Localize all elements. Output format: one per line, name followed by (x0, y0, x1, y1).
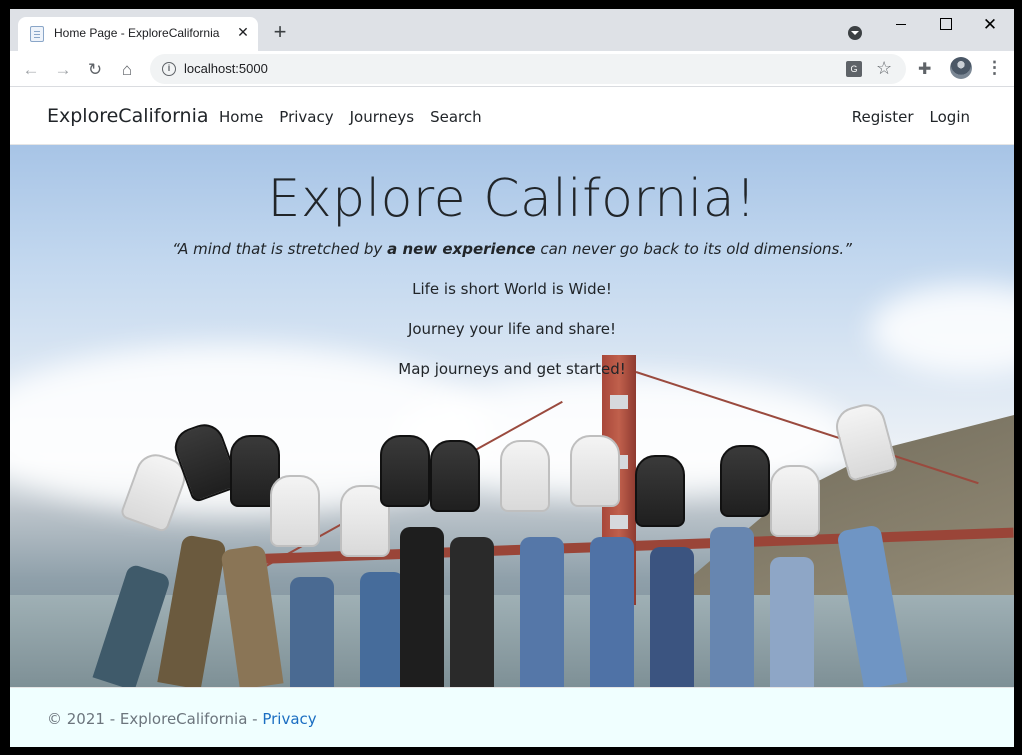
translate-icon[interactable]: G (846, 61, 862, 77)
footer-text: © 2021 - ExploreCalifornia - Privacy (47, 710, 317, 728)
quote-start: “A mind that is stretched by (172, 240, 388, 258)
address-bar[interactable]: i localhost:5000 G ☆ (150, 54, 906, 84)
quote-end: can never go back to its old dimensions.… (535, 240, 852, 258)
nav-search-link[interactable]: Search (430, 108, 482, 126)
nav-privacy-link[interactable]: Privacy (279, 108, 333, 126)
site-footer: © 2021 - ExploreCalifornia - Privacy (10, 687, 1014, 747)
footer-copyright: © 2021 - ExploreCalifornia - (47, 710, 263, 728)
page-favicon-icon (30, 26, 44, 42)
url-text[interactable]: localhost:5000 (184, 61, 268, 76)
nav-auth-links: Register Login (836, 108, 970, 126)
minimize-button[interactable] (886, 13, 918, 37)
nav-register-link[interactable]: Register (852, 108, 914, 126)
tab-strip: Home Page - ExploreCalifornia ✕ + ✕ (10, 9, 1014, 51)
web-page: ExploreCalifornia Home Privacy Journeys … (10, 87, 1014, 747)
home-icon[interactable]: ⌂ (116, 59, 138, 81)
nav-links: Home Privacy Journeys Search (219, 108, 498, 126)
nav-login-link[interactable]: Login (930, 108, 970, 126)
browser-menu-icon[interactable]: ⋮ (986, 58, 1003, 78)
forward-icon[interactable]: → (52, 59, 74, 81)
tab-title: Home Page - ExploreCalifornia (54, 26, 220, 40)
hero-line-2: Journey your life and share! (407, 320, 617, 338)
tab-close-icon[interactable]: ✕ (234, 23, 252, 41)
quote-emphasis: a new experience (387, 240, 536, 258)
profile-avatar[interactable] (950, 57, 972, 79)
hero-banner: Explore California! “A mind that is stre… (10, 145, 1014, 687)
nav-journeys-link[interactable]: Journeys (350, 108, 414, 126)
site-navbar: ExploreCalifornia Home Privacy Journeys … (10, 87, 1014, 145)
back-icon[interactable]: ← (20, 59, 42, 81)
hero-line-3: Map journeys and get started! (398, 360, 626, 378)
new-tab-button[interactable]: + (268, 21, 292, 45)
hero-line-1: Life is short World is Wide! (412, 280, 612, 298)
hero-title: Explore California! (267, 169, 757, 229)
site-info-icon[interactable]: i (162, 62, 176, 76)
site-brand-link[interactable]: ExploreCalifornia (47, 105, 209, 127)
close-window-button[interactable]: ✕ (974, 13, 1006, 37)
browser-tab[interactable]: Home Page - ExploreCalifornia ✕ (18, 17, 258, 51)
hero-quote: “A mind that is stretched by a new exper… (10, 240, 1014, 258)
tab-search-icon[interactable] (848, 26, 862, 40)
nav-home-link[interactable]: Home (219, 108, 263, 126)
extensions-puzzle-icon[interactable]: ✚ (918, 59, 931, 79)
browser-window: Home Page - ExploreCalifornia ✕ + ✕ ← → … (10, 9, 1014, 747)
footer-privacy-link[interactable]: Privacy (262, 710, 316, 728)
reload-icon[interactable]: ↻ (84, 59, 106, 81)
browser-toolbar: ← → ↻ ⌂ i localhost:5000 G ☆ ✚ ⋮ (10, 51, 1014, 87)
bookmark-star-icon[interactable]: ☆ (876, 58, 892, 79)
maximize-button[interactable] (930, 13, 962, 37)
